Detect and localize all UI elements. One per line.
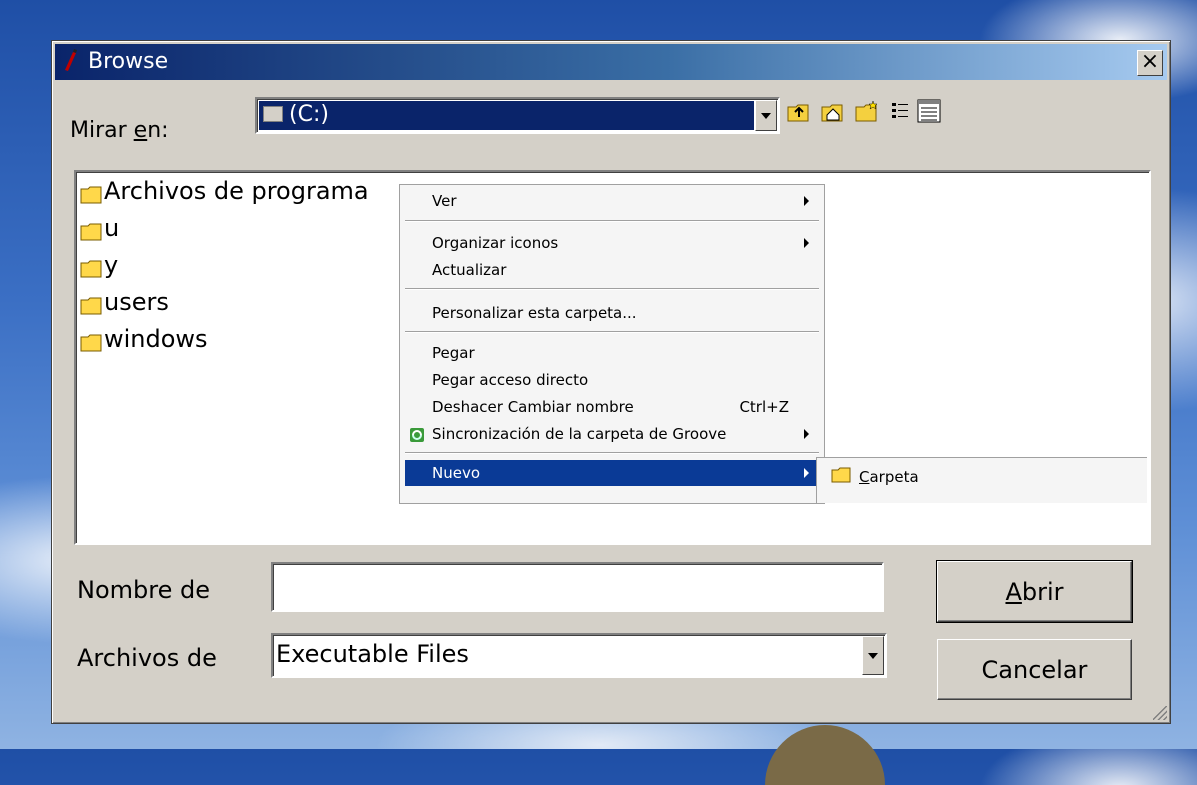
folder-icon <box>831 467 851 487</box>
filename-input[interactable] <box>271 562 884 612</box>
list-item[interactable]: u <box>80 213 119 243</box>
filetype-combo[interactable]: Executable Files <box>271 633 887 678</box>
menu-item-pegar-acceso-directo[interactable]: Pegar acceso directo <box>405 367 819 393</box>
file-name: Archivos de programa <box>104 177 369 205</box>
menu-item-ver[interactable]: Ver <box>405 188 819 214</box>
submenu-item-carpeta[interactable]: Carpeta <box>831 466 919 488</box>
menu-item-nuevo[interactable]: Nuevo <box>405 460 819 486</box>
look-in-value: (C:) <box>289 102 329 127</box>
new-submenu: Carpeta <box>816 457 1147 503</box>
menu-item-groove-sync[interactable]: Sincronización de la carpeta de Groove <box>405 421 819 447</box>
look-in-combo[interactable]: (C:) <box>255 97 780 134</box>
menu-separator <box>405 331 819 333</box>
list-item[interactable]: users <box>80 287 169 317</box>
submenu-arrow-icon <box>804 468 809 478</box>
cancel-button[interactable]: Cancelar <box>937 639 1132 700</box>
shortcut-text: Ctrl+Z <box>739 398 789 416</box>
file-name: y <box>104 251 119 279</box>
filetype-value: Executable Files <box>276 640 469 668</box>
filetype-dropdown-arrow[interactable] <box>862 636 884 675</box>
drive-icon <box>263 106 283 122</box>
list-item[interactable]: y <box>80 250 118 280</box>
list-item[interactable]: Archivos de programa <box>80 176 369 206</box>
details-view-icon <box>916 98 942 124</box>
details-view-button[interactable] <box>915 97 943 125</box>
file-name: users <box>104 288 169 316</box>
up-folder-icon <box>786 99 812 123</box>
title-bar[interactable]: Browse × <box>55 44 1167 80</box>
background-hill <box>765 725 885 785</box>
file-name: windows <box>104 325 208 353</box>
submenu-arrow-icon <box>804 196 809 206</box>
file-name: u <box>104 214 120 242</box>
filetype-label: Archivos de <box>77 644 217 672</box>
list-view-button[interactable] <box>887 97 915 125</box>
folder-icon <box>80 256 102 278</box>
menu-item-actualizar[interactable]: Actualizar <box>405 257 819 283</box>
up-folder-button[interactable] <box>785 97 813 125</box>
context-menu: Ver Organizar iconos Actualizar Personal… <box>399 184 825 504</box>
close-button[interactable]: × <box>1137 50 1163 76</box>
menu-item-deshacer[interactable]: Deshacer Cambiar nombre Ctrl+Z <box>405 394 819 420</box>
open-button[interactable]: Abrir <box>936 560 1133 623</box>
window-title: Browse <box>88 49 169 74</box>
home-button[interactable] <box>819 97 847 125</box>
menu-separator <box>405 220 819 222</box>
app-icon <box>61 48 79 72</box>
menu-separator <box>405 288 819 290</box>
resize-grip[interactable] <box>1153 706 1167 720</box>
submenu-arrow-icon <box>804 429 809 439</box>
menu-separator <box>405 452 819 454</box>
home-icon <box>820 99 846 123</box>
open-label: Abrir <box>1005 577 1064 606</box>
menu-item-pegar[interactable]: Pegar <box>405 340 819 366</box>
submenu-arrow-icon <box>804 238 809 248</box>
groove-icon <box>409 427 425 447</box>
menu-item-personalizar[interactable]: Personalizar esta carpeta... <box>405 300 819 326</box>
folder-icon <box>80 219 102 241</box>
folder-icon <box>80 330 102 352</box>
filename-label: Nombre de <box>77 576 210 604</box>
list-view-icon <box>889 99 913 123</box>
look-in-selected: (C:) <box>259 101 754 130</box>
folder-icon <box>80 293 102 315</box>
list-item[interactable]: windows <box>80 324 208 354</box>
folder-icon <box>80 182 102 204</box>
new-folder-button[interactable] <box>853 97 881 125</box>
look-in-dropdown-arrow[interactable] <box>755 100 777 131</box>
look-in-label: Mirar en: <box>70 118 169 143</box>
new-folder-icon <box>854 99 880 123</box>
menu-item-organizar-iconos[interactable]: Organizar iconos <box>405 230 819 256</box>
